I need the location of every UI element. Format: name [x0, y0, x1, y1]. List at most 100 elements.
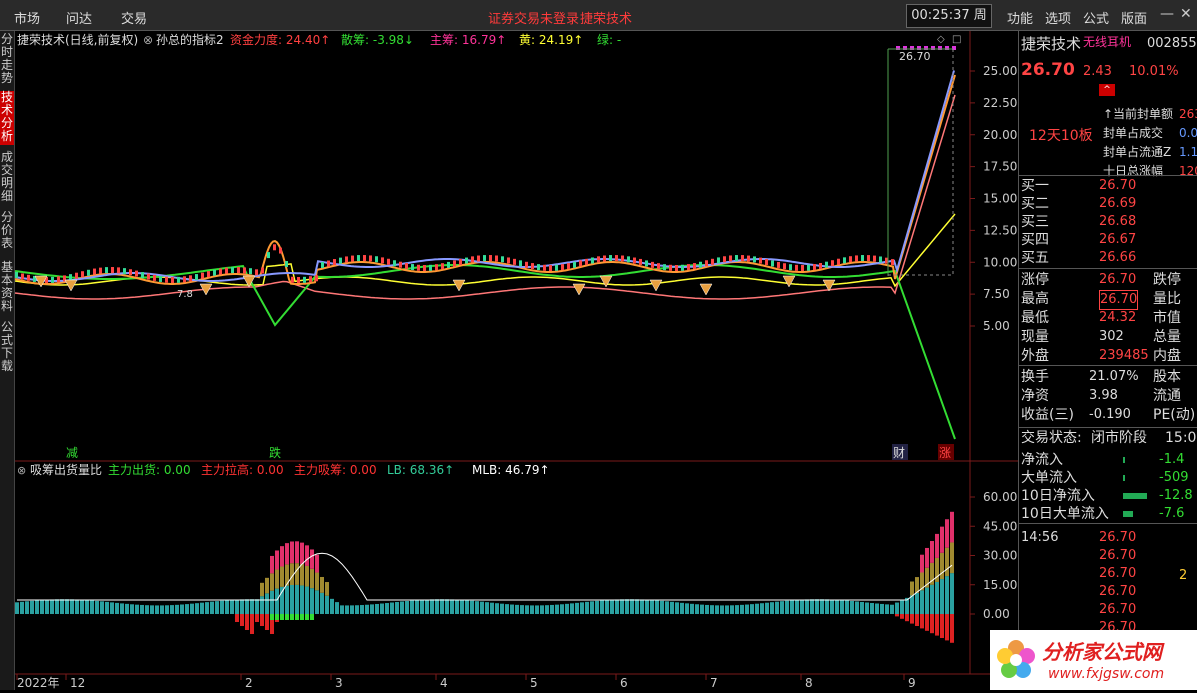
- menu-options[interactable]: 选项: [1045, 8, 1071, 27]
- bid-label-1: 买二: [1021, 196, 1049, 212]
- tick-price-0: 26.70: [1099, 530, 1137, 545]
- stat-label2-3: 总量: [1153, 329, 1181, 345]
- price-axis-tick-1: 22.50: [983, 96, 1017, 110]
- price-change-pct: 10.01%: [1129, 64, 1179, 79]
- ratio-axis-tick-4: 0.00: [983, 607, 1010, 621]
- sub-indicator-toggle-icon[interactable]: ⊗: [17, 464, 26, 477]
- bid-price-0[interactable]: 26.70: [1099, 177, 1136, 195]
- tick-volume: 2: [1179, 568, 1188, 583]
- event-label-drop[interactable]: 跌: [269, 445, 281, 460]
- time-axis-tick-1: 12: [70, 676, 85, 690]
- sub-indicator-value-2: 主力吸筹: 0.00: [294, 463, 377, 477]
- indicator-value-2: 主筹: 16.79↑: [430, 33, 506, 47]
- tick-price-2: 26.70: [1099, 566, 1137, 581]
- stat2-label2-0: 股本: [1153, 369, 1181, 385]
- time-axis-tick-6: 6: [620, 676, 628, 690]
- event-label-reduce[interactable]: 减: [66, 446, 78, 460]
- indicator-toggle-icon[interactable]: ⊗: [143, 33, 153, 47]
- bid-label-0: 买一: [1021, 178, 1049, 194]
- seal-label-1: 封单占成交: [1103, 126, 1164, 140]
- sub-indicator-value-1: 主力拉高: 0.00: [201, 462, 284, 477]
- stat-label2-4: 内盘: [1153, 348, 1181, 364]
- event-label-finance[interactable]: 财: [893, 446, 905, 460]
- tab-trade-detail[interactable]: 成交明细: [0, 151, 14, 205]
- price-change: 2.43: [1083, 64, 1112, 79]
- flow-bar-2: [1123, 493, 1147, 499]
- menu-formula[interactable]: 公式: [1083, 8, 1109, 27]
- indicator-value-1: 散筹: -3.98↓: [341, 32, 414, 47]
- time-axis-tick-2: 2: [245, 676, 253, 690]
- menu-trade[interactable]: 交易: [121, 8, 147, 27]
- watermark-title: 分析家公式网: [1042, 640, 1162, 664]
- trade-status-time: 15:0: [1165, 430, 1197, 446]
- event-label-rise[interactable]: 涨: [939, 445, 951, 460]
- trade-status-label: 交易状态:: [1021, 430, 1082, 446]
- seal-value-2: 1.1: [1179, 145, 1197, 159]
- stat-value-1: 26.70: [1099, 290, 1139, 310]
- price-axis-tick-2: 20.00: [983, 128, 1017, 142]
- stat-label-1: 最高: [1021, 291, 1049, 307]
- flow-label-3: 10日大单流入: [1021, 506, 1109, 522]
- high-price-label: 26.70: [899, 50, 931, 63]
- stat2-label-1: 净资: [1021, 388, 1049, 404]
- stat-label-3: 现量: [1021, 329, 1049, 345]
- stat2-label2-2: PE(动): [1153, 407, 1196, 423]
- tab-intraday[interactable]: 分时走势: [0, 33, 14, 85]
- settings-icon[interactable]: □: [952, 34, 961, 45]
- price-axis-tick-7: 7.50: [983, 287, 1010, 301]
- time-axis-tick-0: 2022年: [17, 676, 60, 690]
- minimize-icon[interactable]: —: [1160, 6, 1174, 22]
- stat2-value-2: -0.190: [1089, 407, 1131, 422]
- stat-value-2: 24.32: [1099, 310, 1137, 325]
- menu-market[interactable]: 市场: [14, 8, 40, 27]
- tab-formula-download[interactable]: 公式下载: [0, 321, 14, 375]
- indicator-name: 孙总的指标2: [156, 32, 224, 47]
- close-icon[interactable]: ✕: [1180, 6, 1192, 22]
- tick-price-3: 26.70: [1099, 584, 1137, 599]
- bid-price-1[interactable]: 26.69: [1099, 195, 1136, 213]
- concept-tag[interactable]: 无线耳机: [1083, 33, 1131, 51]
- stock-code: 002855: [1147, 36, 1197, 51]
- menu-function[interactable]: 功能: [1007, 8, 1033, 27]
- flow-bar-1: [1123, 475, 1125, 481]
- flow-bar-0: [1123, 457, 1125, 463]
- sub-indicator-name: 吸筹出货量比: [30, 462, 102, 477]
- tab-technical[interactable]: 技术分析: [0, 91, 14, 145]
- menu-layout[interactable]: 版面: [1121, 8, 1147, 27]
- bid-price-4[interactable]: 26.66: [1099, 249, 1136, 267]
- price-axis-tick-6: 10.00: [983, 255, 1017, 269]
- watermark-url: www.fxjgsw.com: [1048, 666, 1165, 682]
- flow-label-0: 净流入: [1021, 452, 1063, 468]
- stat-label-0: 涨停: [1021, 272, 1049, 288]
- flow-value-2: -12.8: [1159, 488, 1193, 503]
- ratio-axis-tick-2: 30.00: [983, 549, 1017, 563]
- stat-label2-0: 跌停: [1153, 272, 1181, 288]
- tab-price-table[interactable]: 分价表: [0, 211, 14, 255]
- tab-basic-info[interactable]: 基本资料: [0, 261, 14, 315]
- menu-wenda[interactable]: 问达: [66, 8, 92, 27]
- bid-price-2[interactable]: 26.68: [1099, 213, 1136, 231]
- limit-streak: 12天10板: [1029, 128, 1093, 144]
- tick-time: 14:56: [1021, 530, 1059, 545]
- stock-name: 捷荣技术: [1021, 35, 1082, 53]
- flow-bar-3: [1123, 511, 1133, 517]
- stat2-value-1: 3.98: [1089, 388, 1118, 403]
- price-axis-tick-0: 25.00: [983, 64, 1017, 78]
- stat-value-4: 239485: [1099, 348, 1149, 363]
- low-price-label: 7.8: [177, 289, 193, 300]
- chart-stock-title: 捷荣技术(日线,前复权): [17, 32, 138, 47]
- flow-value-1: -509: [1159, 470, 1189, 485]
- main-chart-area[interactable]: 捷荣技术(日线,前复权) ⊗ 孙总的指标2 资金力度: 24.40↑ 散筹: -3…: [15, 31, 1018, 690]
- expand-icon[interactable]: ◇: [937, 34, 945, 45]
- time-axis-tick-4: 4: [440, 676, 448, 690]
- indicator-value-4: 绿: -: [597, 32, 621, 47]
- price-axis-tick-8: 5.00: [983, 319, 1010, 333]
- bid-price-3[interactable]: 26.67: [1099, 231, 1136, 249]
- price-axis-tick-3: 17.50: [983, 160, 1017, 174]
- stat-label-2: 最低: [1021, 310, 1049, 326]
- current-stock-title: 捷荣技术: [580, 12, 633, 27]
- login-notice[interactable]: 证券交易未登录: [488, 8, 579, 27]
- indicator-value-0: 资金力度: 24.40↑: [230, 32, 330, 47]
- stat-value-3: 302: [1099, 329, 1124, 344]
- limit-up-icon[interactable]: ^: [1099, 84, 1115, 96]
